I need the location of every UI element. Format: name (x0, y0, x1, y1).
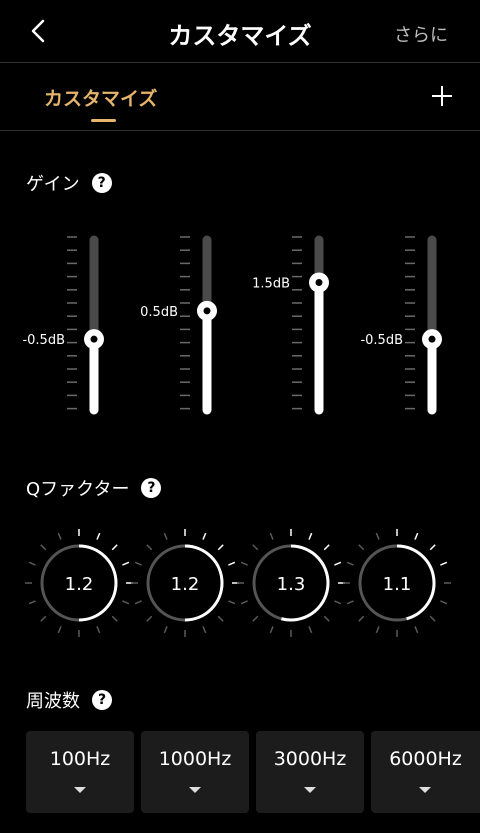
q-factor-section-header: Qファクター ? (26, 475, 162, 501)
gain-scale-ticks (180, 236, 190, 410)
gain-slider-thumb[interactable] (422, 329, 442, 350)
q-dial-ring (358, 544, 436, 622)
q-dial-value-arc (396, 544, 436, 621)
add-plus-icon[interactable] (430, 84, 454, 108)
gain-slider-thumb[interactable] (84, 329, 104, 350)
gain-help-icon[interactable]: ? (91, 173, 112, 193)
gain-slider-thumb-dot (315, 279, 323, 286)
gain-value-label: -0.5dB (360, 333, 403, 348)
gain-slider-4[interactable]: -0.5dB (360, 235, 442, 415)
q-dial-ticks (131, 529, 239, 637)
dropdown-arrow-icon (304, 787, 316, 793)
q-dial-value-arc (281, 544, 330, 622)
frequency-select-1[interactable]: 100Hz (26, 731, 134, 813)
frequency-label: 周波数 (26, 691, 80, 712)
gain-slider-thumb[interactable] (309, 272, 329, 293)
more-button[interactable]: さらに (394, 21, 448, 47)
q-factor-dial-4[interactable]: 1.1 (343, 529, 451, 637)
header: カスタマイズ さらに (0, 0, 480, 63)
q-factor-label: Qファクター (26, 479, 130, 500)
gain-label: ゲイン (26, 174, 80, 195)
dropdown-arrow-icon (189, 787, 201, 793)
q-dial-value: 1.2 (65, 574, 94, 595)
q-dial-value: 1.2 (171, 574, 200, 595)
q-factor-dial-2[interactable]: 1.2 (131, 529, 239, 637)
gain-slider-2[interactable]: 0.5dB (140, 235, 217, 415)
q-dial-ticks (343, 529, 451, 637)
gain-slider-thumb-dot (203, 307, 211, 315)
q-dial-value: 1.3 (277, 574, 306, 595)
q-factor-dial-1[interactable]: 1.2 (25, 529, 133, 637)
frequency-value: 6000Hz (389, 748, 462, 770)
q-factor-help-icon[interactable]: ? (141, 478, 162, 498)
preset-tab-bar: カスタマイズ (0, 63, 480, 131)
gain-scale-ticks (405, 236, 415, 410)
q-dial-ring (40, 544, 118, 622)
q-dial-value: 1.1 (383, 574, 412, 595)
frequency-value: 3000Hz (273, 748, 347, 770)
gain-slider-thumb-dot (90, 335, 98, 343)
gain-scale-ticks (67, 236, 77, 410)
gain-slider-1[interactable]: -0.5dB (22, 235, 104, 415)
frequency-select-2[interactable]: 1000Hz (141, 731, 249, 813)
frequency-select-3[interactable]: 3000Hz (256, 731, 364, 813)
q-dial-value-arc (184, 544, 224, 622)
tab-customize[interactable]: カスタマイズ (44, 84, 157, 111)
gain-slider-thumb[interactable] (197, 300, 217, 321)
gain-scale-ticks (292, 236, 302, 410)
gain-section-header: ゲイン ? (26, 170, 112, 196)
frequency-value: 1000Hz (158, 748, 232, 770)
q-dial-ring (146, 544, 224, 622)
q-factor-dial-3[interactable]: 1.3 (237, 529, 345, 637)
frequency-help-icon[interactable]: ? (92, 690, 112, 710)
dropdown-arrow-icon (74, 787, 86, 793)
q-dial-value-arc (78, 544, 118, 622)
q-dial-ring (252, 544, 330, 622)
gain-slider-thumb-dot (428, 335, 436, 343)
dropdown-arrow-icon (419, 787, 431, 793)
frequency-select-4[interactable]: 6000Hz (371, 731, 480, 813)
gain-value-label: 0.5dB (140, 305, 178, 320)
frequency-value: 100Hz (49, 748, 111, 770)
gain-value-label: -0.5dB (22, 333, 65, 348)
gain-value-label: 1.5dB (252, 277, 290, 292)
q-dial-ticks (25, 529, 133, 637)
q-dial-ticks (237, 529, 345, 637)
gain-slider-3[interactable]: 1.5dB (252, 235, 329, 415)
frequency-section-header: 周波数 ? (26, 687, 112, 713)
active-tab-indicator (91, 119, 116, 122)
